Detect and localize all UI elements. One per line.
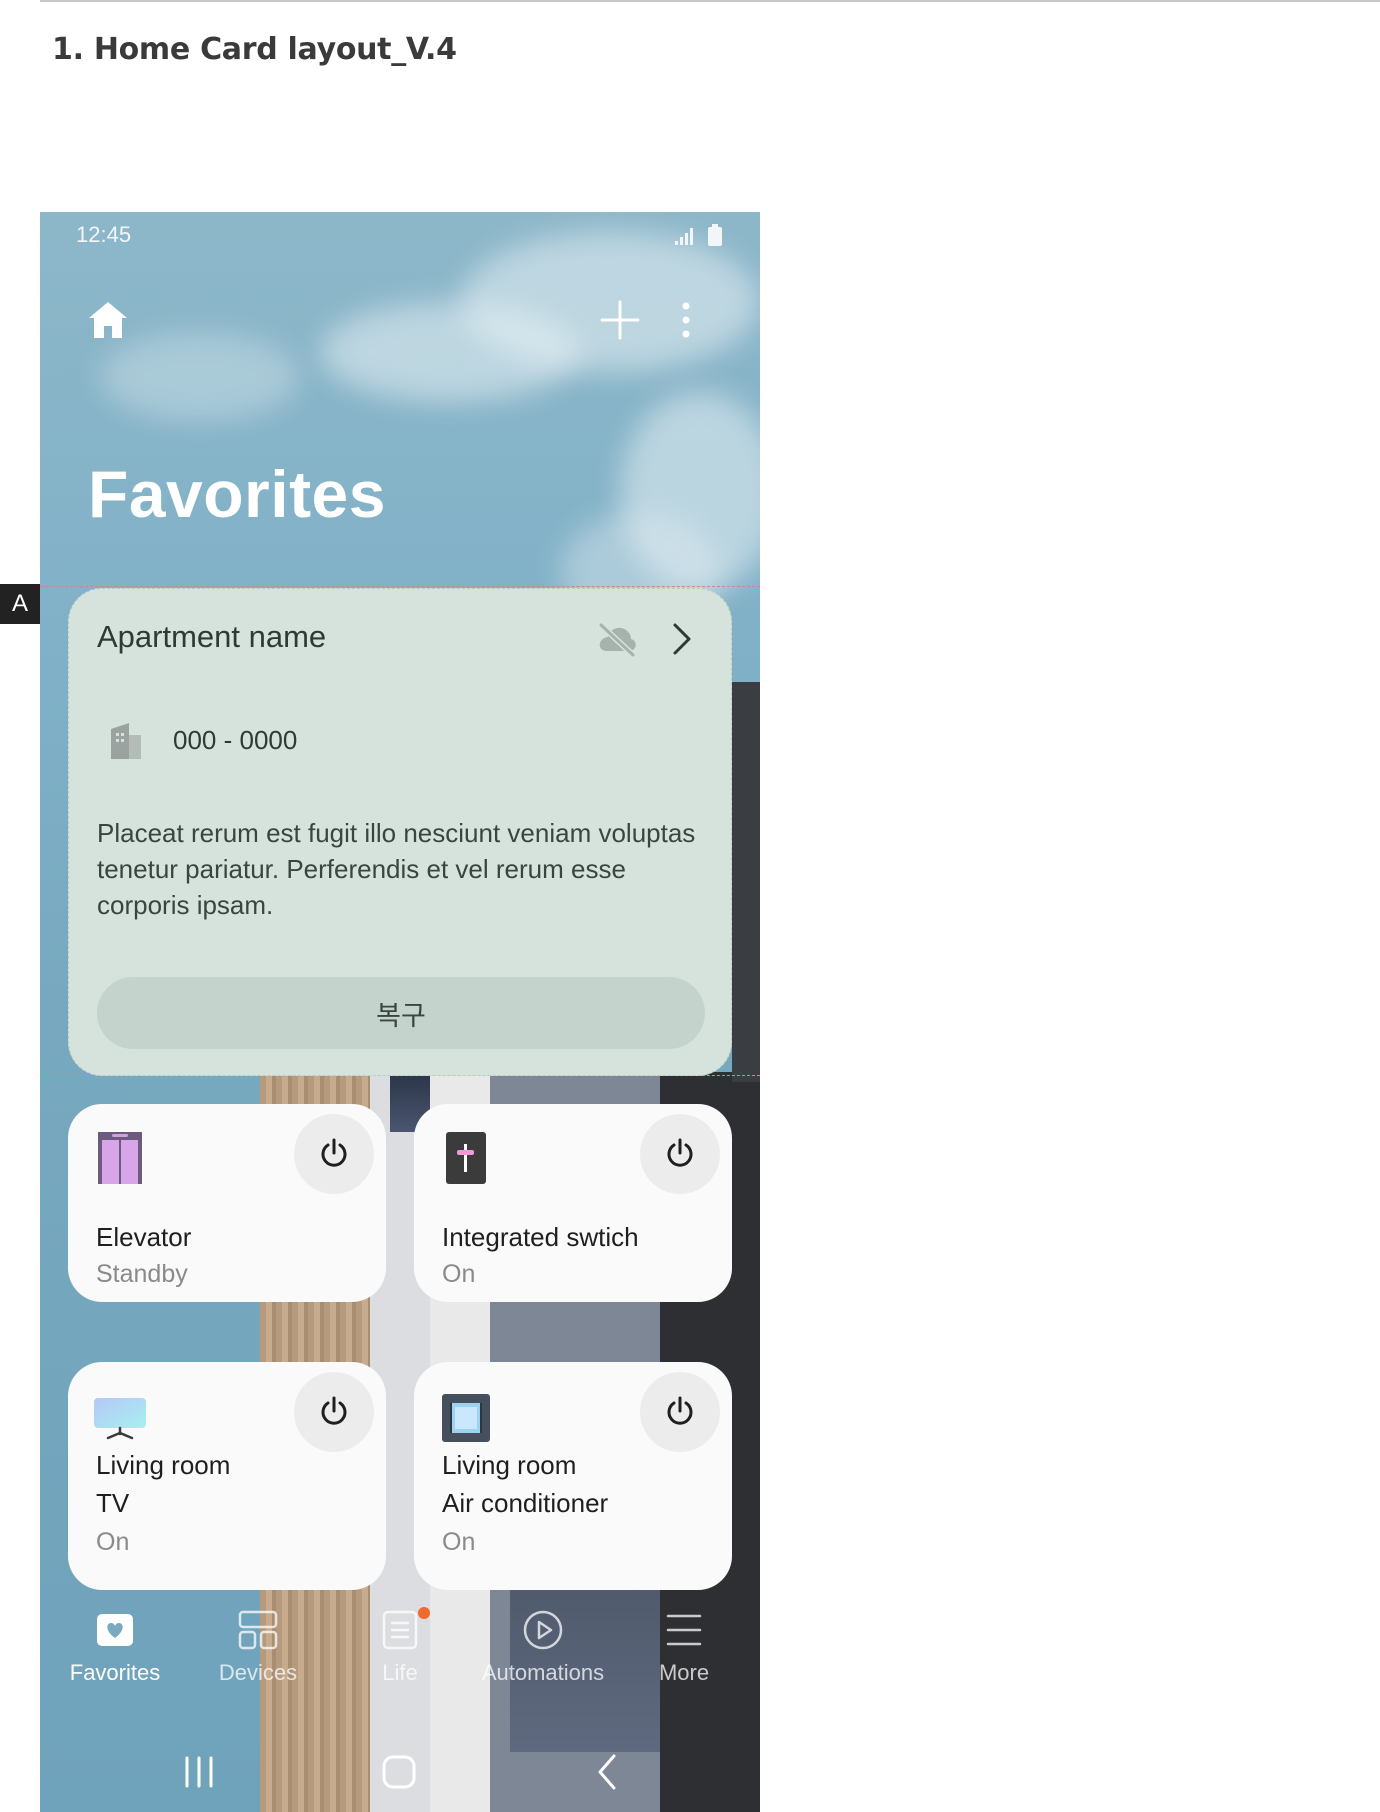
page-title: Favorites — [88, 457, 386, 531]
back-button[interactable] — [572, 1742, 642, 1802]
home-icon — [89, 302, 127, 338]
nav-label: Devices — [218, 1660, 298, 1685]
cloud-off-icon[interactable] — [595, 619, 639, 659]
menu-icon — [666, 1614, 702, 1646]
phone-screen: 12:45 Favorites Apartment name 000 - 000… — [40, 212, 760, 1812]
device-card-integrated-switch[interactable]: Integrated swtich On — [414, 1104, 732, 1302]
status-time: 12:45 — [76, 222, 132, 247]
battery-icon — [708, 224, 722, 246]
power-icon — [667, 1138, 693, 1167]
device-name: Integrated swtich — [442, 1222, 639, 1252]
plus-icon — [600, 300, 640, 340]
power-button[interactable] — [640, 1372, 720, 1452]
nav-automations[interactable]: Automations — [473, 1602, 613, 1702]
device-card-elevator[interactable]: Elevator Standby — [68, 1104, 386, 1302]
building-edge — [732, 682, 760, 1082]
devices-grid-icon — [238, 1610, 278, 1650]
add-button[interactable] — [592, 292, 648, 348]
recents-button[interactable] — [164, 1742, 234, 1802]
top-divider — [40, 0, 1380, 2]
device-card-air-conditioner[interactable]: Living room Air conditioner On — [414, 1362, 732, 1590]
bottom-navigation: Favorites Devices Life Automations More — [40, 1602, 760, 1712]
device-name: Living room — [96, 1450, 231, 1480]
nav-favorites[interactable]: Favorites — [45, 1602, 185, 1702]
power-icon — [321, 1138, 347, 1167]
apartment-card[interactable]: Apartment name 000 - 0000 Placeat rerum … — [68, 588, 732, 1076]
device-status: On — [442, 1260, 476, 1288]
nav-label: More — [658, 1660, 710, 1685]
restore-button[interactable]: 복구 — [97, 977, 705, 1049]
device-card-living-room-tv[interactable]: Living room TV On — [68, 1362, 386, 1590]
annotation-marker: A — [0, 584, 40, 624]
nav-label: Life — [382, 1660, 418, 1685]
more-options-button[interactable] — [666, 292, 706, 348]
notification-dot — [418, 1607, 430, 1619]
apartment-name: Apartment name — [97, 619, 327, 654]
device-status: On — [442, 1528, 476, 1556]
cloud-decoration — [320, 302, 580, 402]
life-icon — [382, 1610, 418, 1650]
power-icon — [321, 1396, 347, 1425]
power-button[interactable] — [640, 1114, 720, 1194]
power-button[interactable] — [294, 1114, 374, 1194]
unit-number: 000 - 0000 — [173, 725, 298, 755]
nav-label: Automations — [481, 1660, 605, 1685]
device-name: Elevator — [96, 1222, 192, 1252]
heart-icon — [97, 1614, 133, 1646]
home-button[interactable] — [80, 292, 136, 348]
device-name-line2: Air conditioner — [442, 1488, 609, 1518]
play-circle-icon — [523, 1610, 563, 1650]
section-title: 1. Home Card layout_V.4 — [52, 32, 457, 67]
building-icon — [111, 723, 141, 759]
apartment-description: Placeat rerum est fugit illo nesciunt ve… — [97, 818, 696, 920]
system-navigation — [40, 1732, 760, 1812]
back-icon — [598, 1754, 616, 1790]
device-status: Standby — [96, 1260, 188, 1288]
tv-icon — [94, 1398, 146, 1440]
device-name: Living room — [442, 1450, 577, 1480]
chevron-right-icon[interactable] — [663, 617, 699, 661]
recents-icon — [185, 1756, 213, 1788]
nav-life[interactable]: Life — [330, 1602, 470, 1702]
device-status: On — [96, 1528, 130, 1556]
switch-icon — [446, 1132, 486, 1184]
more-vertical-icon — [682, 302, 690, 338]
nav-more[interactable]: More — [614, 1602, 754, 1702]
air-conditioner-icon — [442, 1394, 490, 1442]
nav-label: Favorites — [69, 1660, 161, 1685]
status-bar: 12:45 — [40, 212, 760, 260]
power-icon — [667, 1396, 693, 1425]
nav-devices[interactable]: Devices — [188, 1602, 328, 1702]
device-name-line2: TV — [96, 1488, 130, 1518]
home-system-button[interactable] — [364, 1742, 434, 1802]
home-square-icon — [382, 1755, 416, 1789]
power-button[interactable] — [294, 1372, 374, 1452]
signal-icon — [675, 228, 693, 245]
elevator-icon — [98, 1132, 142, 1184]
